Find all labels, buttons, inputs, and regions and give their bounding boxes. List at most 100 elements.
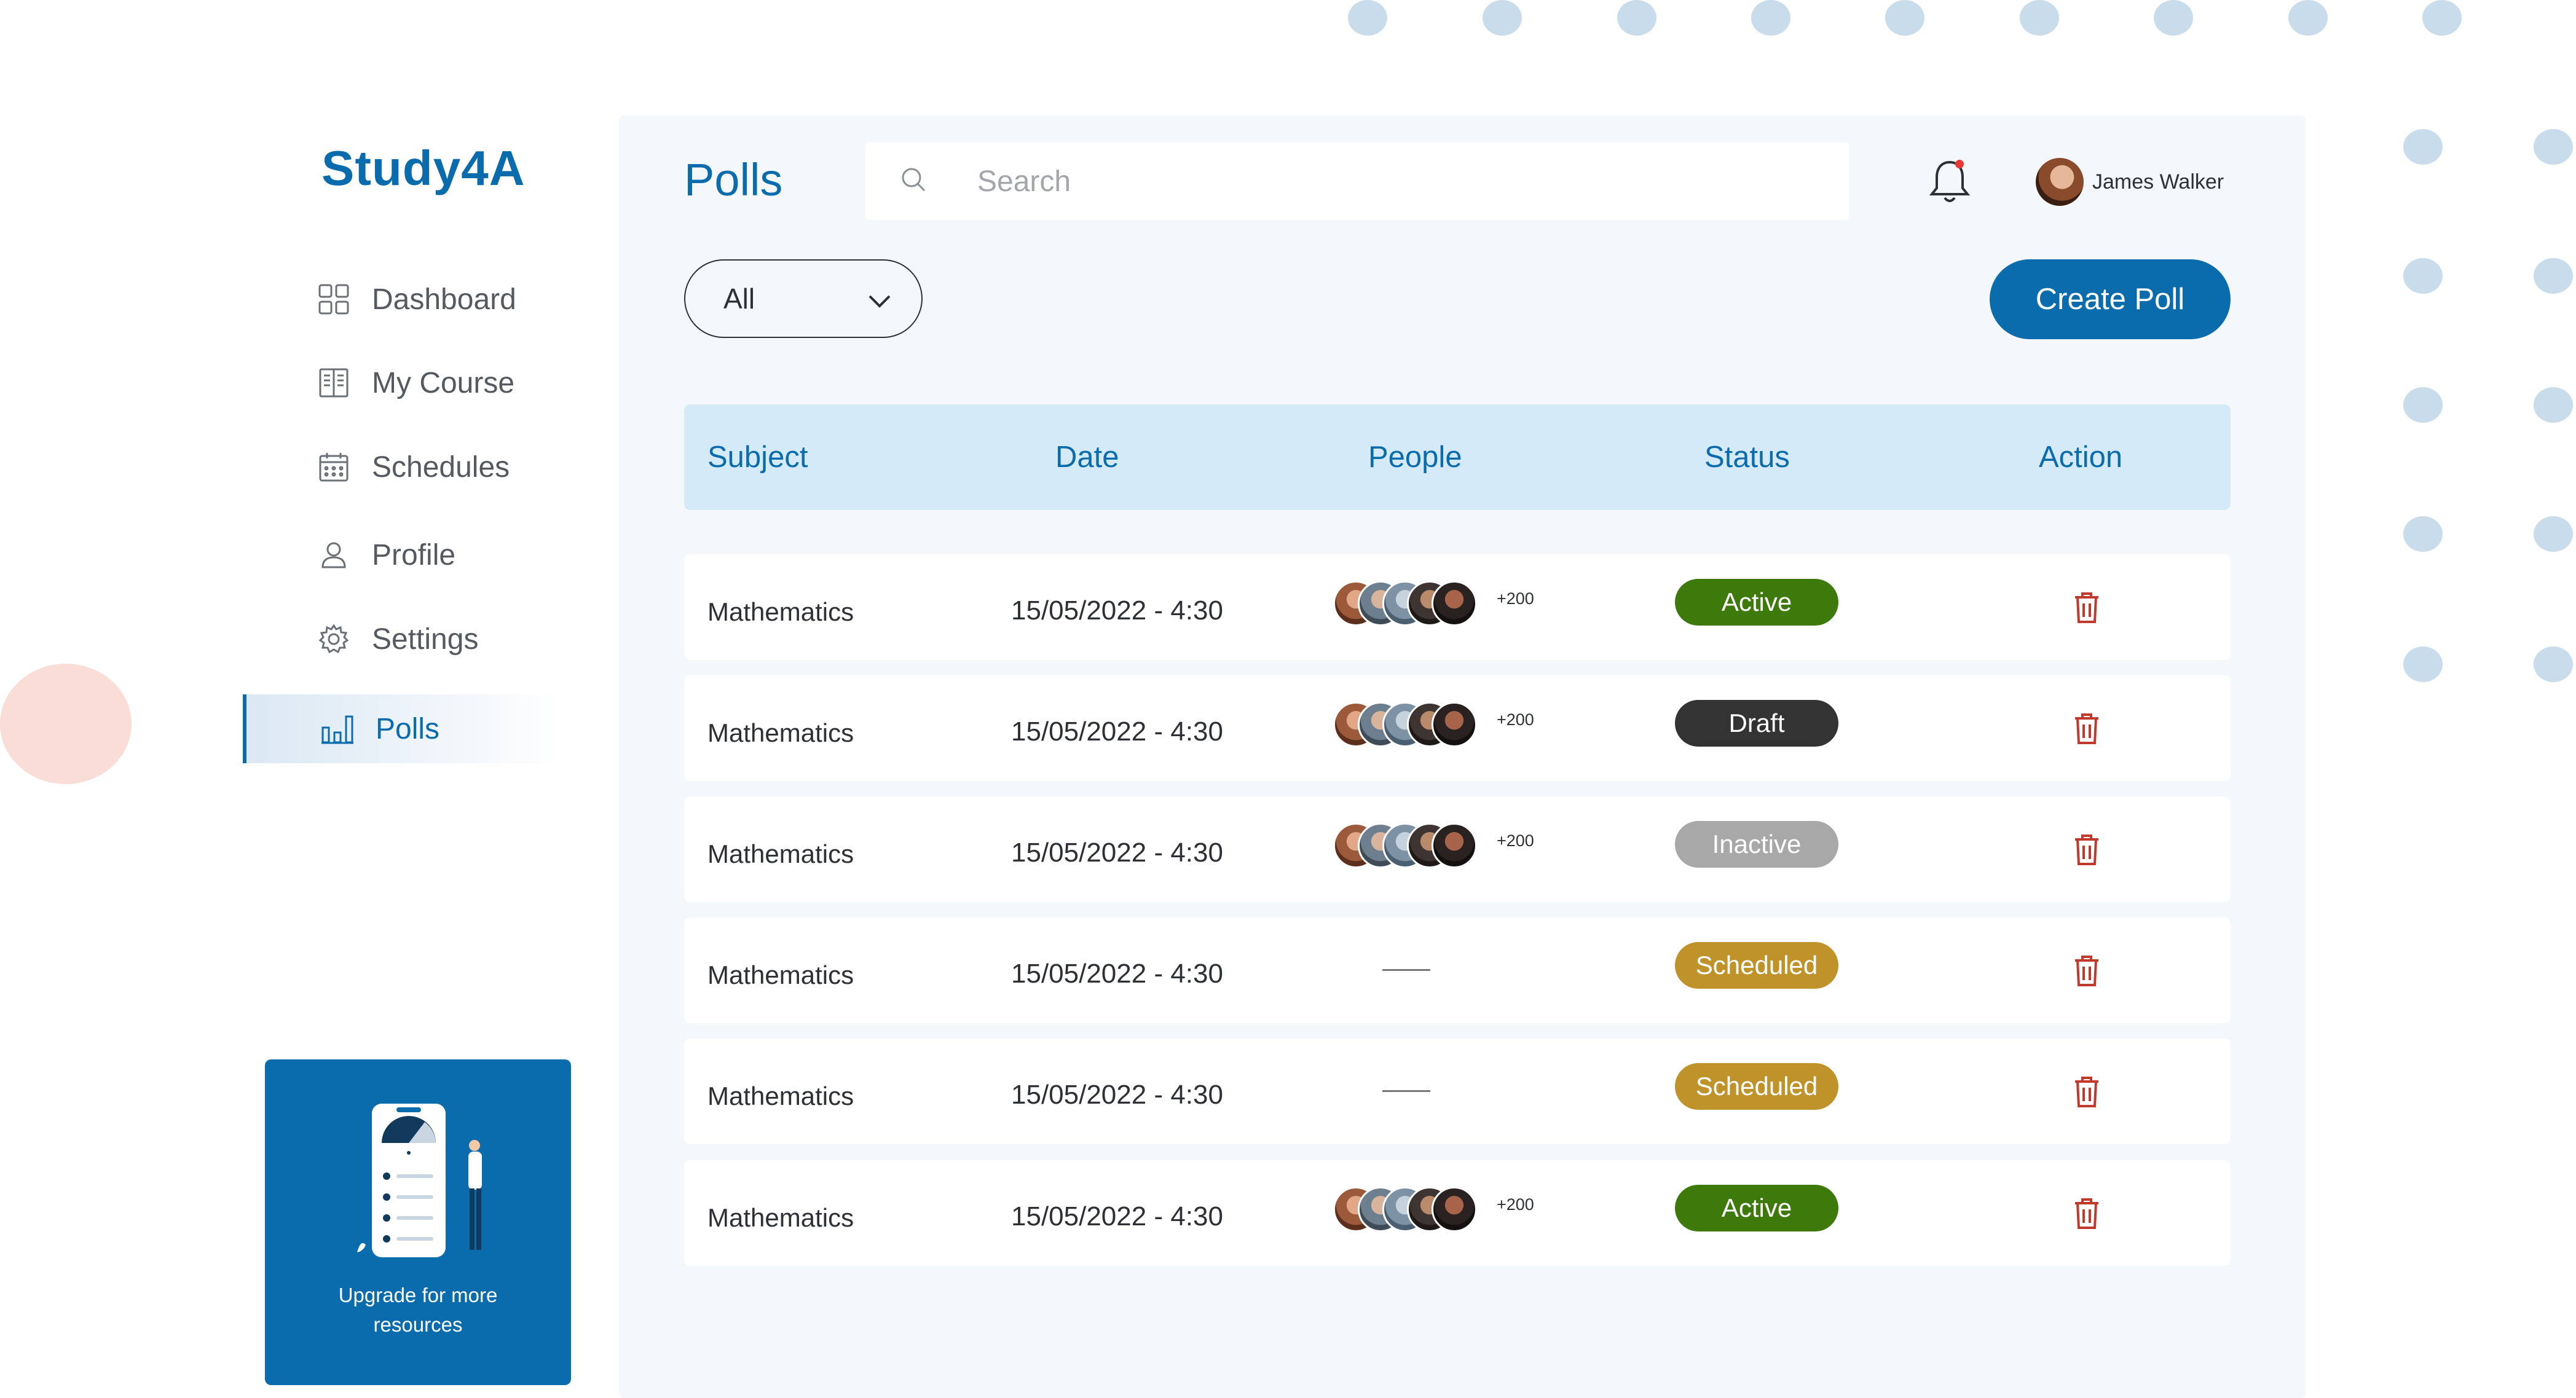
main-panel: Polls James Walker All Create Poll Subje… [619,116,2306,1398]
status-badge: Draft [1675,700,1838,747]
avatar [2036,158,2084,206]
search-bar[interactable] [865,143,1849,220]
cell-subject: Mathematics [707,960,854,989]
decorative-dot [2534,646,2573,682]
decorative-dot [1885,0,1924,36]
people-avatars: +200 [1333,579,1534,628]
sidebar-item-label: Profile [372,538,456,571]
decorative-dot [2534,516,2573,552]
people-avatars: +200 [1333,821,1534,870]
cell-subject: Mathematics [707,1082,854,1110]
sidebar-item-my-course[interactable]: My Course [317,352,612,414]
column-header-date: Date [1055,441,1119,474]
column-header-subject: Subject [707,441,808,474]
people-count: +200 [1497,1195,1534,1214]
cell-date: 15/05/2022 - 4:30 [1011,1080,1223,1110]
sidebar-item-profile[interactable]: Profile [317,524,612,586]
decorative-dot [1617,0,1656,36]
people-avatars: +200 [1333,1185,1534,1234]
trash-icon[interactable] [2073,712,2100,745]
trash-icon[interactable] [2073,833,2100,866]
table-header: Subject Date People Status Action [684,404,2231,510]
status-badge: Active [1675,1185,1838,1231]
decorative-dot [1483,0,1522,36]
decorative-dot [2403,516,2443,552]
sidebar-item-label: Polls [376,712,440,745]
decorative-dot [2403,129,2443,165]
empty-dash [1382,1090,1430,1092]
avatar [1432,581,1477,626]
decorative-dot [2288,0,2328,36]
cell-date: 15/05/2022 - 4:30 [1011,1201,1223,1231]
status-badge: Active [1675,579,1838,626]
decorative-dot [1751,0,1790,36]
table-row[interactable]: Mathematics 15/05/2022 - 4:30 +200 Active [684,1160,2231,1266]
gear-icon [317,622,351,656]
notification-bell-icon[interactable] [1928,157,1971,205]
calendar-icon [317,450,351,484]
cell-date: 15/05/2022 - 4:30 [1011,717,1223,747]
user-icon [317,538,351,572]
sidebar-item-polls[interactable]: Polls [243,694,562,763]
sidebar-item-dashboard[interactable]: Dashboard [317,269,612,330]
table-row[interactable]: Mathematics 15/05/2022 - 4:30 +200 Inactive [684,796,2231,902]
decorative-dot [1348,0,1387,36]
cell-date: 15/05/2022 - 4:30 [1011,838,1223,868]
table-row[interactable]: Mathematics 15/05/2022 - 4:30 Scheduled [684,917,2231,1023]
upgrade-card[interactable]: Upgrade for more resources [265,1059,571,1385]
trash-icon[interactable] [2073,1075,2100,1109]
table-row[interactable]: Mathematics 15/05/2022 - 4:30 +200 Active [684,554,2231,660]
trash-icon[interactable] [2073,954,2100,988]
table-row[interactable]: Mathematics 15/05/2022 - 4:30 Scheduled [684,1039,2231,1144]
grid-icon [317,282,351,316]
sidebar-item-schedules[interactable]: Schedules [317,436,612,498]
sidebar-item-label: Settings [372,622,479,656]
decorative-dot [2403,646,2443,682]
status-badge: Scheduled [1675,942,1838,989]
people-count: +200 [1497,831,1534,850]
decorative-dot [2154,0,2193,36]
book-icon [317,366,351,400]
decorative-dot [2020,0,2059,36]
page-title: Polls [684,154,783,205]
decorative-dot [2534,129,2573,165]
status-filter-select[interactable]: All [684,259,923,338]
avatar [1432,702,1477,747]
upgrade-text: Upgrade for more resources [338,1284,498,1336]
empty-dash [1382,969,1430,971]
chevron-down-icon [867,282,892,315]
trash-icon[interactable] [2073,1197,2100,1230]
cell-subject: Mathematics [707,718,854,747]
cell-subject: Mathematics [707,839,854,868]
create-poll-button[interactable]: Create Poll [1990,259,2231,339]
people-count: +200 [1497,589,1534,608]
column-header-people: People [1368,441,1462,474]
search-input[interactable] [976,163,1778,199]
decorative-circle [0,664,132,784]
sidebar-item-label: My Course [372,366,515,399]
phone-illustration [357,1104,482,1257]
decorative-dot [2534,258,2573,294]
status-badge: Scheduled [1675,1063,1838,1110]
user-name: James Walker [2092,170,2224,194]
decorative-dot [2534,387,2573,423]
people-count: +200 [1497,710,1534,729]
sidebar-item-label: Schedules [372,450,510,484]
column-header-action: Action [2039,441,2123,474]
decorative-dot [2403,387,2443,423]
bar-chart-icon [320,712,355,746]
people-avatars: +200 [1333,700,1534,749]
sidebar-item-settings[interactable]: Settings [317,608,612,670]
brand-logo: Study4A [321,141,526,195]
search-icon [900,166,931,197]
sidebar-item-label: Dashboard [372,283,516,316]
avatar [1432,1187,1477,1232]
decorative-dot [2403,258,2443,294]
table-row[interactable]: Mathematics 15/05/2022 - 4:30 +200 Draft [684,675,2231,781]
trash-icon[interactable] [2073,591,2100,624]
cell-subject: Mathematics [707,1203,854,1232]
filter-selected-value: All [723,283,755,315]
user-menu[interactable]: James Walker [2036,157,2224,206]
column-header-status: Status [1704,441,1790,474]
cell-date: 15/05/2022 - 4:30 [1011,595,1223,626]
